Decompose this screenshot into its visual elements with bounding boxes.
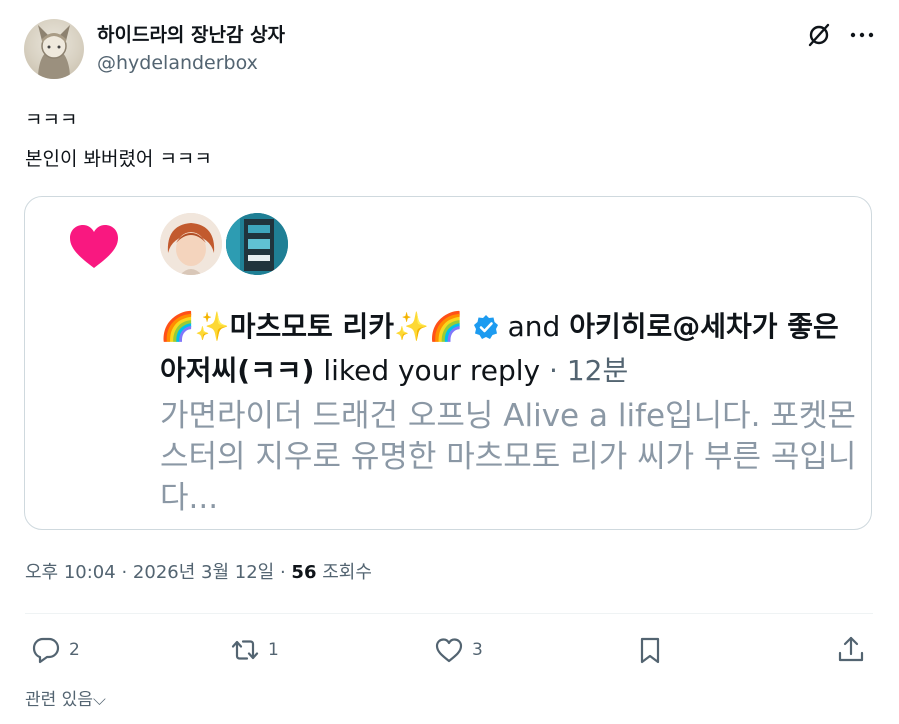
share-icon: [838, 636, 864, 662]
bookmark-icon: [640, 637, 660, 664]
profile-avatar[interactable]: [24, 19, 84, 79]
retweet-icon: [231, 640, 259, 660]
sparkle-rainbow-emoji: ✨🌈: [394, 310, 464, 343]
tweet-text-line-2: 본인이 봐버렸어 ㅋㅋㅋ: [25, 148, 212, 170]
heart-icon: [68, 224, 120, 270]
more-icon[interactable]: [849, 22, 875, 48]
views-count: 56: [291, 562, 317, 583]
tweet-meta: 오후 10:04 · 2026년 3월 12일 · 56 조회수: [25, 558, 372, 584]
like-notification-text: 🌈✨마츠모토 리카✨🌈 and 아키히로@세차가 좋은 아저씨(ㅋㅋ) like…: [160, 305, 872, 393]
liker-avatar-2: [226, 213, 288, 275]
meta-dot: ·: [121, 562, 128, 583]
rainbow-sparkle-emoji: 🌈✨: [160, 310, 230, 343]
meta-dot: ·: [279, 562, 286, 583]
like-button[interactable]: 3: [434, 634, 483, 666]
grok-icon[interactable]: [806, 22, 832, 48]
display-name[interactable]: 하이드라의 장난감 상자: [97, 20, 285, 47]
notif-separator: ·: [549, 354, 558, 387]
and-text: and: [507, 310, 561, 343]
retweet-count: 1: [268, 640, 279, 660]
user-handle[interactable]: @hydelanderbox: [97, 52, 258, 74]
like-icon: [435, 638, 463, 663]
reply-count: 2: [69, 640, 80, 660]
verified-badge-icon: [473, 309, 499, 339]
liker-avatar-1: [160, 213, 222, 275]
tweet-time[interactable]: 오후 10:04: [25, 562, 116, 583]
divider: [25, 613, 873, 614]
notif-time: 12분: [566, 354, 629, 387]
chevron-down-icon: ⌵: [92, 690, 106, 710]
related-toggle[interactable]: 관련 있음⌵: [25, 685, 106, 710]
like-count: 3: [472, 640, 483, 660]
bookmark-button[interactable]: [635, 634, 665, 666]
views-label: 조회수: [322, 562, 372, 583]
tweet-text-line-1: ㅋㅋㅋ: [25, 109, 78, 131]
liked-reply-text: liked your reply: [323, 354, 541, 387]
reply-snippet: 가면라이더 드래건 오프닝 Alive a life입니다. 포켓몬스터의 지우…: [160, 398, 857, 516]
liker-name-1: 마츠모토 리카: [229, 310, 395, 343]
reply-icon: [32, 637, 60, 664]
share-button[interactable]: [836, 634, 866, 666]
tweet-date[interactable]: 2026년 3월 12일: [133, 562, 274, 583]
reply-button[interactable]: 2: [31, 634, 80, 666]
related-label: 관련 있음: [25, 690, 93, 710]
retweet-button[interactable]: 1: [230, 634, 279, 666]
